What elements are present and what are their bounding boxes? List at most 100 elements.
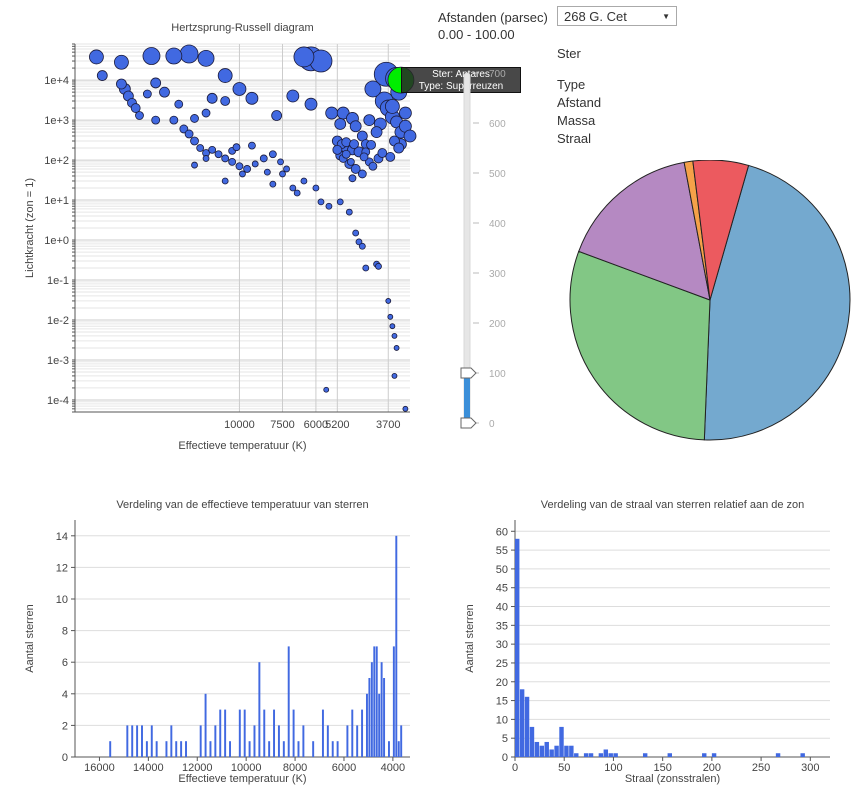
star-point: [248, 141, 256, 150]
histogram-bar: [395, 535, 398, 757]
histogram-bar: [331, 741, 334, 757]
histogram-bar: [199, 725, 202, 757]
x-tick-label: 250: [752, 762, 770, 774]
y-tick-label: 5: [502, 733, 508, 745]
histogram-bar: [397, 741, 400, 757]
histogram-bar: [598, 753, 604, 757]
histogram-bar: [180, 741, 183, 757]
star-point: [368, 161, 378, 171]
histogram-bar: [702, 753, 707, 757]
slider-upper-handle[interactable]: [460, 367, 477, 379]
star-point: [385, 298, 392, 304]
star-point: [393, 345, 400, 351]
chart-title: Verdeling van de straal van sterren rela…: [541, 499, 805, 511]
x-tick-label: 4000: [381, 762, 405, 774]
star-point: [214, 150, 223, 159]
star-point: [151, 115, 161, 125]
distance-label: Afstanden (parsec): [438, 10, 548, 25]
star-point: [336, 198, 344, 206]
star-point: [232, 143, 241, 152]
x-tick-label: 3700: [376, 419, 400, 431]
star-point: [384, 98, 400, 114]
histogram-bar: [642, 753, 648, 757]
y-tick-label: 40: [496, 602, 508, 614]
histogram-bar: [238, 709, 241, 757]
histogram-bar: [361, 709, 364, 757]
histogram-bar: [378, 693, 381, 757]
slider-tick-label: 500: [489, 169, 506, 180]
slider-tick-label: 400: [489, 219, 506, 230]
histogram-bar: [559, 726, 564, 757]
star-point: [325, 202, 333, 210]
star-point: [286, 89, 300, 103]
star-point: [269, 180, 277, 188]
star-point: [359, 152, 369, 162]
y-tick-label: 12: [56, 562, 68, 574]
slider-tick-label: 100: [489, 369, 506, 380]
y-tick-label: 1e+0: [44, 235, 69, 247]
x-tick-label: 7500: [270, 419, 294, 431]
star-point: [197, 49, 215, 67]
star-point: [190, 114, 199, 123]
y-tick-label: 1e-3: [47, 355, 69, 367]
histogram-bar: [287, 646, 290, 757]
histogram-bar: [588, 753, 594, 757]
y-tick-label: 45: [496, 583, 508, 595]
y-tick-label: 10: [496, 714, 508, 726]
star-point: [228, 158, 237, 166]
x-tick-label: 50: [558, 762, 570, 774]
star-point: [289, 184, 297, 192]
histogram-bar: [185, 741, 187, 757]
histogram-bar: [711, 753, 717, 757]
histogram-bar: [297, 741, 300, 757]
histogram-bar: [351, 709, 354, 757]
y-tick-label: 25: [496, 658, 508, 670]
slider-tick-label: 200: [489, 319, 506, 330]
radius-histogram: 0510152025303540455055600 50 100 150 200 250 3…: [464, 499, 830, 785]
star-point: [202, 155, 210, 162]
info-type-label: Type: [557, 77, 586, 92]
histogram-bar: [544, 741, 549, 757]
x-tick-label: 0: [512, 762, 518, 774]
y-tick-label: 1e-2: [47, 315, 69, 327]
y-tick-label: 1e-4: [47, 395, 69, 407]
x-tick-label: 16000: [84, 762, 115, 774]
y-tick-label: 0: [502, 752, 508, 764]
histogram-bar: [346, 725, 349, 757]
x-axis-label: Effectieve temperatuur (K): [178, 440, 306, 452]
star-point: [304, 97, 318, 111]
star-point: [352, 229, 360, 237]
star-point: [165, 47, 183, 65]
star-point: [239, 170, 246, 178]
histogram-bar: [170, 725, 173, 757]
x-tick-label: 6000: [332, 762, 356, 774]
star-point: [293, 189, 301, 197]
slider-tick-label: 700: [489, 69, 506, 80]
star-point: [364, 80, 382, 98]
y-axis-label: Aantal sterren: [24, 604, 36, 672]
star-point: [259, 154, 268, 163]
star-point: [277, 158, 284, 166]
star-point: [341, 149, 351, 159]
distance-slider[interactable]: 700 600 500 400 300 200 100 0: [455, 60, 515, 440]
star-point: [116, 78, 127, 90]
y-tick-label: 4: [62, 689, 68, 701]
slider-lower-handle[interactable]: [460, 417, 477, 429]
histogram-bar: [549, 749, 554, 757]
star-point: [346, 158, 355, 166]
star-point: [190, 136, 199, 146]
histogram-bar: [608, 753, 613, 757]
chevron-down-icon: ▼: [662, 12, 670, 21]
y-tick-label: 1e-1: [47, 275, 69, 287]
histogram-bar: [253, 725, 256, 757]
histogram-bar: [564, 745, 569, 757]
histogram-bar: [775, 753, 781, 757]
star-select[interactable]: 268 G. Cet ▼: [557, 6, 677, 26]
histogram-bar: [539, 745, 545, 757]
star-point: [191, 161, 198, 169]
star-point: [251, 160, 259, 168]
histogram-bar: [529, 726, 535, 757]
star-point: [363, 114, 376, 126]
histogram-bar: [224, 709, 227, 757]
star-point: [393, 142, 405, 154]
